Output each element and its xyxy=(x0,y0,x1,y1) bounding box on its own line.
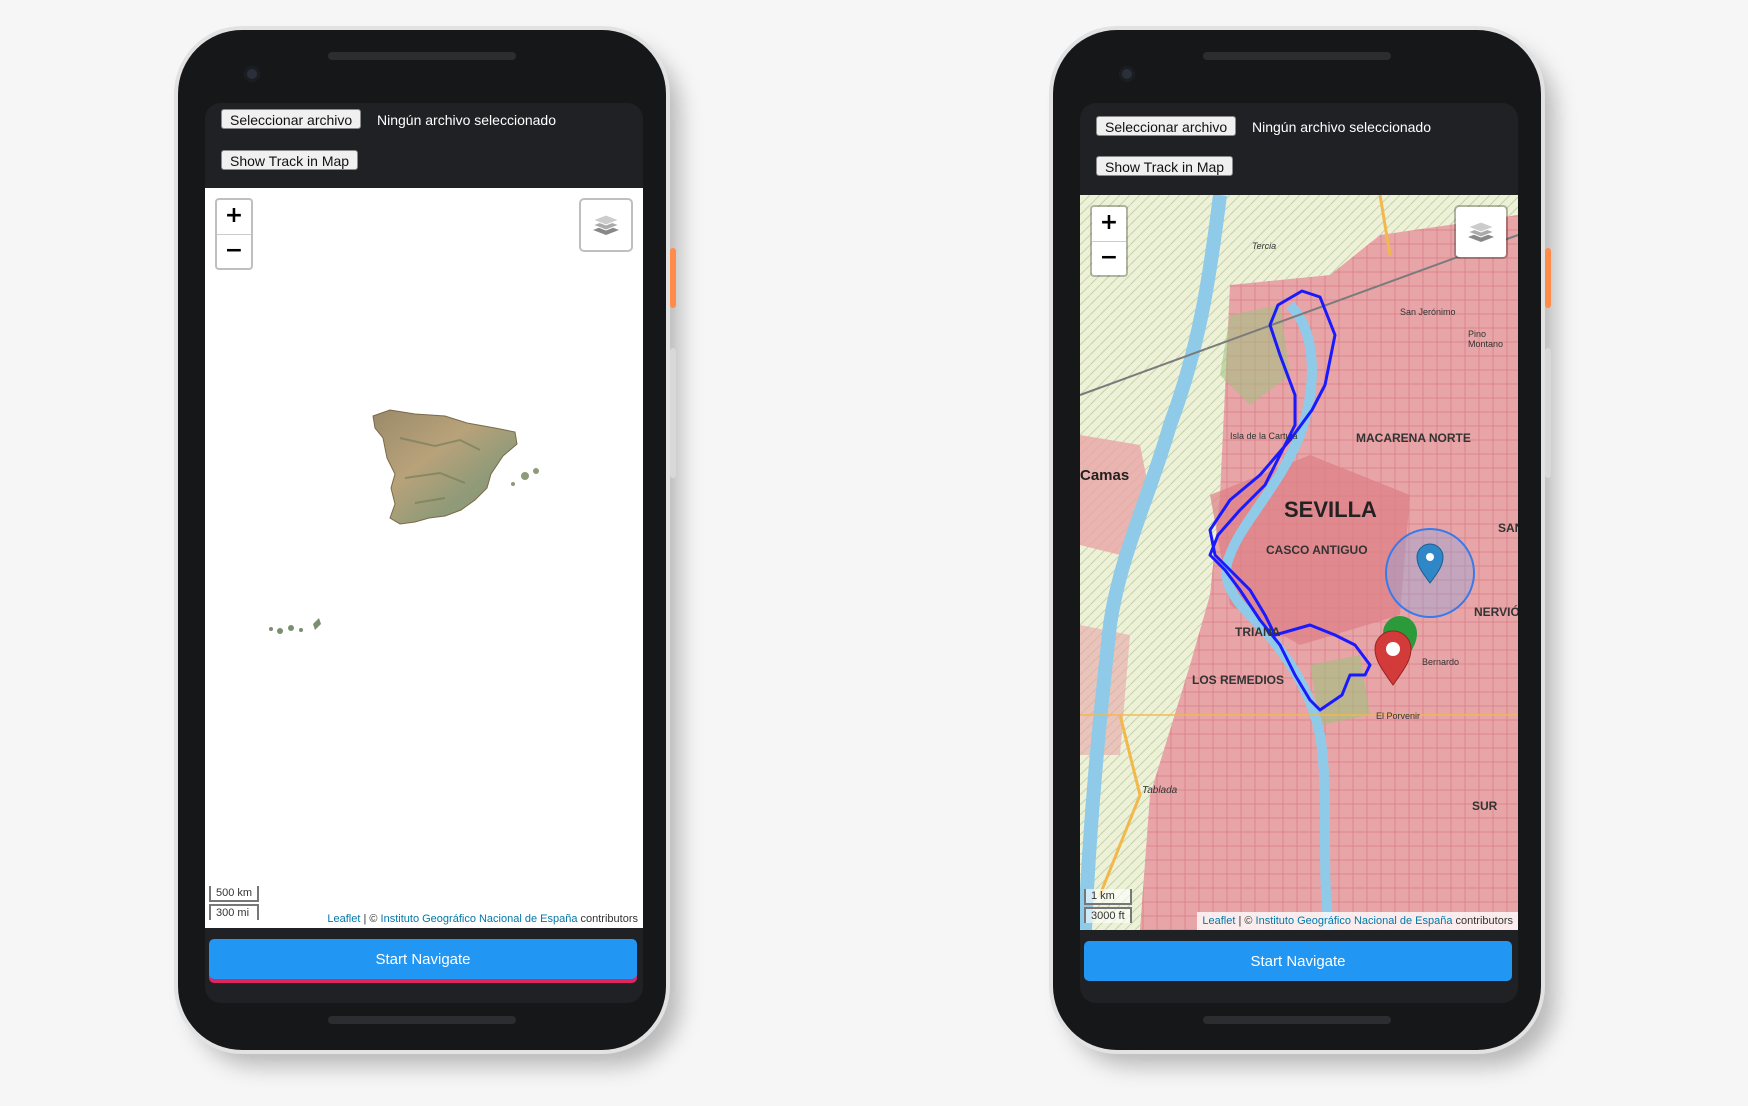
map-attribution: Leaflet | © Instituto Geográfico Naciona… xyxy=(1197,912,1518,930)
show-track-button[interactable]: Show Track in Map xyxy=(1096,156,1234,176)
balearic-islands xyxy=(521,472,529,480)
label-el-porvenir: El Porvenir xyxy=(1376,711,1421,721)
zoom-in-button[interactable]: + xyxy=(1092,207,1126,242)
zoom-out-button[interactable]: − xyxy=(1092,242,1126,276)
zoom-control: + − xyxy=(1090,205,1128,277)
label-macarena-norte: MACARENA NORTE xyxy=(1356,431,1471,445)
label-sur: SUR xyxy=(1472,799,1498,813)
label-pino-montano: Pino Montano xyxy=(1468,329,1504,349)
volume-button xyxy=(1545,348,1551,478)
leaflet-link[interactable]: Leaflet xyxy=(1202,915,1235,927)
top-toolbar: Seleccionar archivo Ningún archivo selec… xyxy=(205,103,643,188)
label-san: SAN xyxy=(1498,521,1518,535)
select-file-button[interactable]: Seleccionar archivo xyxy=(221,109,362,129)
ign-link[interactable]: Instituto Geográfico Nacional de España xyxy=(381,913,578,925)
select-file-button[interactable]: Seleccionar archivo xyxy=(1096,116,1237,136)
label-bernardo: Bernardo xyxy=(1422,657,1460,667)
scale-metric: 500 km xyxy=(209,886,260,902)
attribution-suffix: contributors xyxy=(580,913,638,925)
map-view[interactable]: SEVILLA MACARENA NORTE CASCO ANTIGUO TRI… xyxy=(1080,195,1518,930)
layers-button[interactable] xyxy=(579,198,633,252)
speaker-grille-bottom xyxy=(1203,1016,1391,1024)
attribution-suffix: contributors xyxy=(1455,915,1513,927)
spain-map-tiles xyxy=(269,409,539,634)
speaker-grille-top xyxy=(328,52,516,60)
label-tercia: Tercia xyxy=(1252,241,1277,251)
layers-icon xyxy=(591,214,621,235)
layers-icon xyxy=(1466,221,1496,242)
attribution-separator: | © xyxy=(363,913,378,925)
speaker-grille-top xyxy=(1203,52,1391,60)
label-camas: Camas xyxy=(1080,467,1130,484)
app-screen-left: Seleccionar archivo Ningún archivo selec… xyxy=(205,103,643,1003)
ign-link[interactable]: Instituto Geográfico Nacional de España xyxy=(1256,915,1453,927)
seville-map-tiles xyxy=(1080,195,1518,930)
label-nervion: NERVIÓN xyxy=(1474,605,1518,619)
label-tablada: Tablada xyxy=(1142,785,1178,796)
scale-imperial: 300 mi xyxy=(209,904,260,920)
scale-metric: 1 km xyxy=(1084,889,1132,905)
phone-frame-left: Seleccionar archivo Ningún archivo selec… xyxy=(178,30,676,1050)
scale-bar: 500 km 300 mi xyxy=(209,886,260,920)
layers-button[interactable] xyxy=(1454,205,1508,259)
phone-frame-right: Seleccionar archivo Ningún archivo selec… xyxy=(1053,30,1551,1050)
label-triana: TRIANA xyxy=(1235,625,1281,639)
leaflet-link[interactable]: Leaflet xyxy=(327,913,360,925)
map-view[interactable]: + − 500 km 300 mi Leaflet | © Instituto … xyxy=(205,188,643,928)
show-track-button[interactable]: Show Track in Map xyxy=(221,150,359,170)
start-navigate-button[interactable]: Start Navigate xyxy=(1084,941,1512,981)
zoom-out-button[interactable]: − xyxy=(217,235,251,269)
scale-imperial: 3000 ft xyxy=(1084,907,1132,923)
start-navigate-button[interactable]: Start Navigate xyxy=(209,939,637,979)
canary-islands xyxy=(269,618,321,634)
attribution-separator: | © xyxy=(1238,915,1253,927)
label-isla-cartuja: Isla de la Cartuja xyxy=(1230,431,1298,441)
app-screen-right: Seleccionar archivo Ningún archivo selec… xyxy=(1080,103,1518,1003)
file-status-text: Ningún archivo seleccionado xyxy=(1252,119,1431,135)
front-camera-icon xyxy=(1119,66,1135,82)
scale-bar: 1 km 3000 ft xyxy=(1084,889,1132,923)
label-los-remedios: LOS REMEDIOS xyxy=(1192,673,1285,687)
power-button xyxy=(1545,248,1551,308)
power-button xyxy=(670,248,676,308)
map-attribution: Leaflet | © Instituto Geográfico Naciona… xyxy=(322,910,643,928)
file-status-text: Ningún archivo seleccionado xyxy=(377,112,556,128)
zoom-control: + − xyxy=(215,198,253,270)
volume-button xyxy=(670,348,676,478)
speaker-grille-bottom xyxy=(328,1016,516,1024)
label-sevilla: SEVILLA xyxy=(1284,497,1377,522)
iberian-peninsula xyxy=(372,409,518,525)
label-casco-antiguo: CASCO ANTIGUO xyxy=(1266,543,1368,557)
top-toolbar: Seleccionar archivo Ningún archivo selec… xyxy=(1080,103,1518,188)
front-camera-icon xyxy=(244,66,260,82)
zoom-in-button[interactable]: + xyxy=(217,200,251,235)
label-san-jeronimo: San Jerónimo xyxy=(1400,307,1456,317)
